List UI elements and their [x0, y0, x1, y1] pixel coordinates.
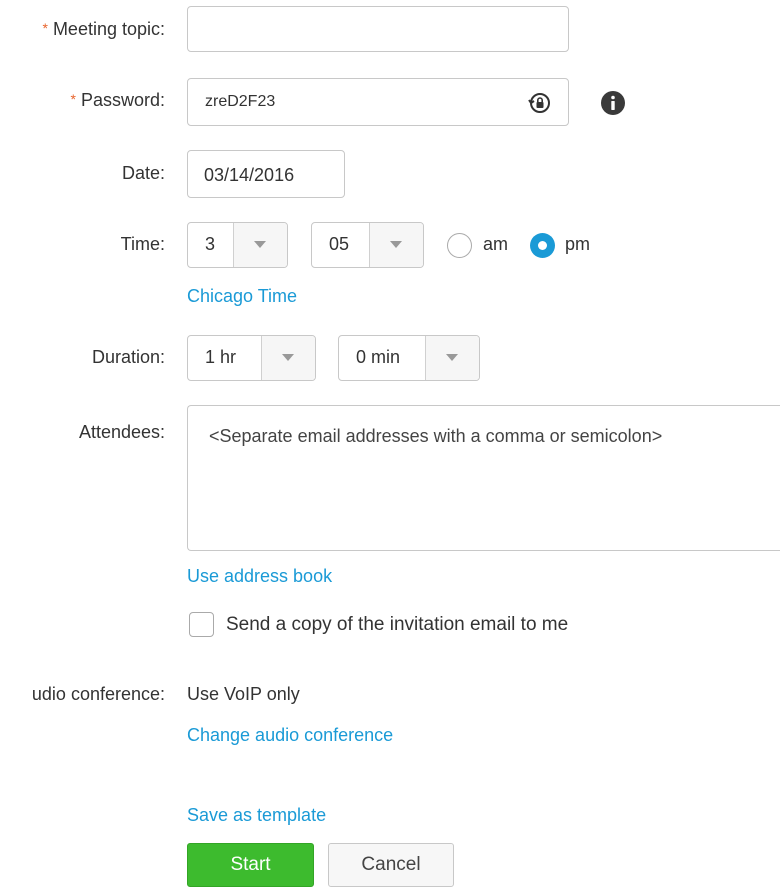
hour-dropdown-button[interactable] [233, 223, 287, 267]
pm-label[interactable]: pm [565, 234, 590, 255]
info-icon[interactable] [601, 91, 625, 115]
date-label: Date: [121, 163, 165, 183]
meeting-topic-label: * Meeting topic: [42, 19, 165, 39]
required-marker: * [70, 91, 76, 107]
audio-conference-value: Use VoIP only [187, 684, 300, 704]
duration-minutes-select[interactable]: 0 min [338, 335, 480, 381]
duration-minutes-dropdown-button[interactable] [425, 336, 479, 380]
date-input[interactable]: 03/14/2016 [187, 150, 345, 198]
date-value: 03/14/2016 [204, 165, 295, 185]
duration-hours-dropdown-button[interactable] [261, 336, 315, 380]
minute-select[interactable]: 05 [311, 222, 424, 268]
regenerate-password-icon[interactable] [528, 91, 552, 115]
time-label: Time: [120, 234, 165, 254]
minute-value: 05 [329, 234, 350, 254]
attendees-placeholder: <Separate email addresses with a comma o… [209, 426, 663, 446]
password-value: zreD2F23 [205, 93, 276, 110]
chevron-down-icon [282, 354, 294, 361]
password-input[interactable]: zreD2F23 [187, 78, 569, 126]
address-book-link[interactable]: Use address book [187, 566, 332, 587]
hour-value: 3 [205, 234, 216, 254]
cancel-button[interactable]: Cancel [328, 843, 454, 887]
timezone-link[interactable]: Chicago Time [187, 286, 297, 307]
chevron-down-icon [254, 241, 266, 248]
audio-conference-label: udio conference: [31, 684, 165, 704]
duration-hours-select[interactable]: 1 hr [187, 335, 316, 381]
attendees-textarea[interactable]: <Separate email addresses with a comma o… [187, 405, 780, 551]
required-marker: * [42, 20, 48, 36]
pm-radio[interactable] [530, 233, 555, 258]
hour-select[interactable]: 3 [187, 222, 288, 268]
meeting-topic-input[interactable] [187, 6, 569, 52]
duration-minutes-value: 0 min [356, 347, 401, 367]
start-button[interactable]: Start [187, 843, 314, 887]
change-audio-conference-link[interactable]: Change audio conference [187, 725, 393, 746]
password-label: * Password: [70, 90, 166, 110]
chevron-down-icon [390, 241, 402, 248]
attendees-label: Attendees: [78, 422, 165, 442]
minute-dropdown-button[interactable] [369, 223, 423, 267]
duration-label: Duration: [91, 347, 165, 367]
chevron-down-icon [446, 354, 458, 361]
duration-hours-value: 1 hr [205, 347, 237, 367]
am-label[interactable]: am [483, 234, 508, 255]
save-as-template-link[interactable]: Save as template [187, 805, 326, 826]
send-copy-checkbox[interactable] [189, 612, 214, 637]
am-radio[interactable] [447, 233, 472, 258]
send-copy-label[interactable]: Send a copy of the invitation email to m… [226, 614, 568, 636]
